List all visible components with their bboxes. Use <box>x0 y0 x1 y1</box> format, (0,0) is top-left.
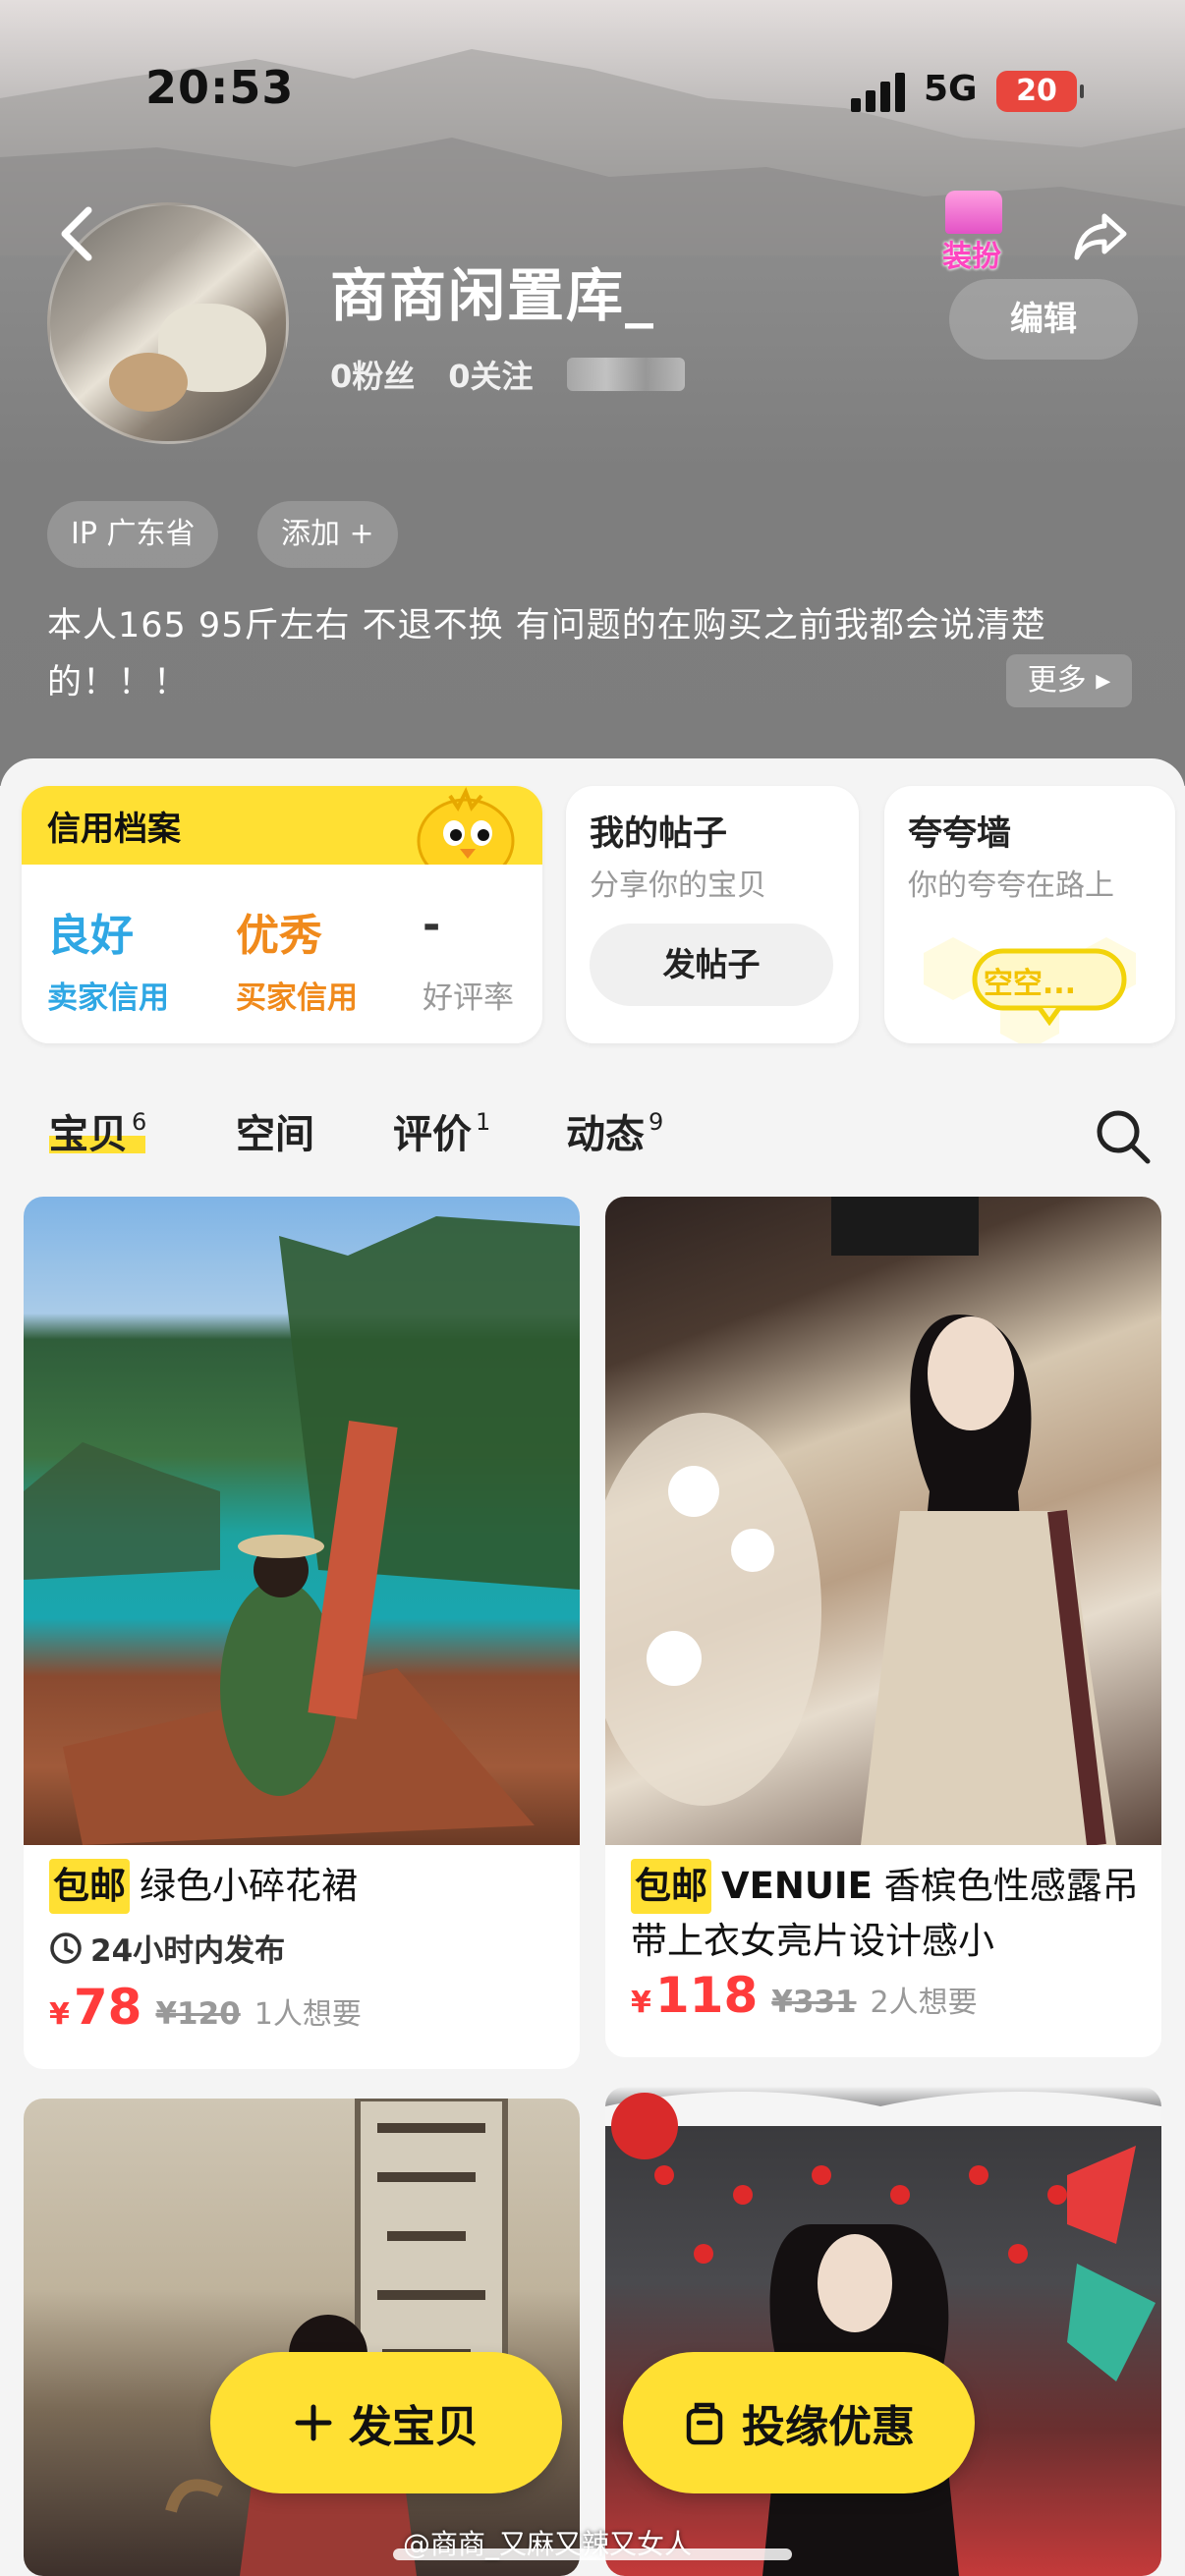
currency-symbol: ¥ <box>49 1997 70 2032</box>
credit-body: 良好 卖家信用 优秀 买家信用 - 好评率 <box>22 865 542 1043</box>
item-title-row: 包邮 VENUIE 香槟色性感露吊带上衣女亮片设计感小 <box>631 1859 1142 1969</box>
battery-icon: 20 <box>996 71 1084 112</box>
tab-activity-count: 9 <box>649 1108 664 1136</box>
recent-badge: 24小时内发布 <box>49 1926 285 1970</box>
item-title-row: 包邮 绿色小碎花裙 <box>49 1859 560 1914</box>
posts-subtitle: 分享你的宝贝 <box>590 868 766 903</box>
price-value: 78 <box>73 1979 142 2036</box>
price-value: 118 <box>654 1967 759 2024</box>
more-bio-button[interactable]: 更多 ▸ <box>1006 654 1132 707</box>
item-image <box>24 1197 580 1845</box>
free-shipping-tag: 包邮 <box>49 1859 130 1914</box>
dressup-label: 装扮 <box>942 240 1001 274</box>
deal-offer-label: 投缘优惠 <box>742 2402 915 2452</box>
bag-icon <box>686 2402 723 2445</box>
following-count[interactable]: 0关注 <box>448 352 533 397</box>
seller-credit-label: 卖家信用 <box>47 980 169 1016</box>
tab-activity[interactable]: 动态 9 <box>566 1102 663 1159</box>
status-time: 20:53 <box>145 61 295 114</box>
tab-items-label: 宝贝 <box>49 1112 128 1157</box>
item-image-art <box>24 1216 580 1845</box>
plus-icon <box>295 2404 332 2441</box>
item-card[interactable] <box>605 2087 1161 2576</box>
fans-count[interactable]: 0粉丝 <box>330 352 415 397</box>
price-row: ¥78 ¥120 1人想要 <box>49 1979 362 2036</box>
praise-title: 夸夸墙 <box>908 814 1012 854</box>
add-tag-chip[interactable]: 添加 + <box>257 501 398 568</box>
buyer-credit-label: 买家信用 <box>236 980 358 1016</box>
deal-offer-button[interactable]: 投缘优惠 <box>623 2352 975 2493</box>
clock-icon <box>50 1932 82 1964</box>
item-brand: VENUIE <box>721 1865 873 1907</box>
wants-count: 1人想要 <box>254 1997 362 2032</box>
good-rate-value: - <box>423 900 441 950</box>
tab-reviews-label: 评价 <box>393 1112 472 1157</box>
original-price: ¥331 <box>771 1985 857 2020</box>
item-image <box>605 1197 1161 1845</box>
item-title: 绿色小碎花裙 <box>140 1865 358 1907</box>
blurred-stat <box>566 358 685 391</box>
item-image-art <box>605 2092 1161 2576</box>
network-type: 5G <box>924 69 978 109</box>
wants-count: 2人想要 <box>870 1986 978 2020</box>
tab-space[interactable]: 空间 <box>236 1102 314 1159</box>
item-price: ¥118 <box>631 1967 758 2024</box>
tab-items-count: 6 <box>132 1108 147 1136</box>
tab-items[interactable]: 宝贝 6 <box>49 1102 146 1159</box>
good-rate-label: 好评率 <box>423 980 514 1016</box>
more-label: 更多 <box>1027 663 1087 698</box>
recent-label: 24小时内发布 <box>90 1933 286 1969</box>
back-arrow-icon[interactable] <box>57 204 96 263</box>
profile-header: 20:53 5G 20 商商闲置库_ 0粉丝 0关注 装扮 编辑 IP 广东省 … <box>0 0 1185 786</box>
tab-space-label: 空间 <box>236 1112 314 1157</box>
credit-card[interactable]: 信用档案 良好 卖家信用 优秀 买家信用 - 好评率 <box>22 786 542 1043</box>
free-shipping-tag: 包邮 <box>631 1859 711 1914</box>
profile-stats: 0粉丝 0关注 <box>330 352 685 397</box>
praise-wall-card[interactable]: 夸夸墙 你的夸夸在路上 空空... <box>884 786 1175 1043</box>
item-price: ¥78 <box>49 1979 141 2036</box>
item-card[interactable]: 包邮 VENUIE 香槟色性感露吊带上衣女亮片设计感小 ¥118 ¥331 2人想… <box>605 1197 1161 2057</box>
posts-title: 我的帖子 <box>590 814 728 854</box>
price-row: ¥118 ¥331 2人想要 <box>631 1967 978 2024</box>
share-icon[interactable] <box>1071 206 1130 265</box>
original-price: ¥120 <box>155 1996 241 2032</box>
search-icon[interactable] <box>1095 1108 1152 1165</box>
praise-subtitle: 你的夸夸在路上 <box>908 868 1114 903</box>
seller-credit-value: 良好 <box>47 911 134 961</box>
item-card[interactable] <box>24 2099 580 2576</box>
buyer-credit-value: 优秀 <box>236 911 322 961</box>
signal-icon <box>851 71 906 112</box>
item-image-art <box>605 1197 1116 1845</box>
praise-bubble-text: 空空... <box>983 967 1077 1001</box>
item-image <box>605 2087 1161 2576</box>
edit-profile-button[interactable]: 编辑 <box>949 279 1138 360</box>
chevron-right-icon: ▸ <box>1096 663 1111 698</box>
avatar-dog-shape-2 <box>109 353 188 412</box>
home-indicator[interactable] <box>393 2548 792 2560</box>
publish-item-label: 发宝贝 <box>349 2402 479 2452</box>
my-posts-card[interactable]: 我的帖子 分享你的宝贝 发帖子 <box>566 786 859 1043</box>
dressup-button[interactable]: 装扮 <box>928 183 1016 274</box>
profile-bio: 本人165 95斤左右 不退不换 有问题的在购买之前我都会说清楚的！！！ <box>47 606 1046 702</box>
publish-item-button[interactable]: 发宝贝 <box>210 2352 562 2493</box>
tab-reviews[interactable]: 评价 1 <box>393 1102 490 1159</box>
create-post-button[interactable]: 发帖子 <box>590 924 833 1006</box>
ip-location-chip: IP 广东省 <box>47 501 219 568</box>
currency-symbol: ¥ <box>631 1986 651 2020</box>
item-card[interactable]: 包邮 绿色小碎花裙 24小时内发布 ¥78 ¥120 1人想要 <box>24 1197 580 2069</box>
user-name: 商商闲置库_ <box>330 262 656 329</box>
credit-title: 信用档案 <box>47 810 181 849</box>
tab-activity-label: 动态 <box>566 1112 645 1157</box>
item-image-art <box>165 2099 508 2576</box>
item-image <box>24 2099 580 2576</box>
shirt-icon <box>945 191 1002 234</box>
tab-reviews-count: 1 <box>476 1108 491 1136</box>
